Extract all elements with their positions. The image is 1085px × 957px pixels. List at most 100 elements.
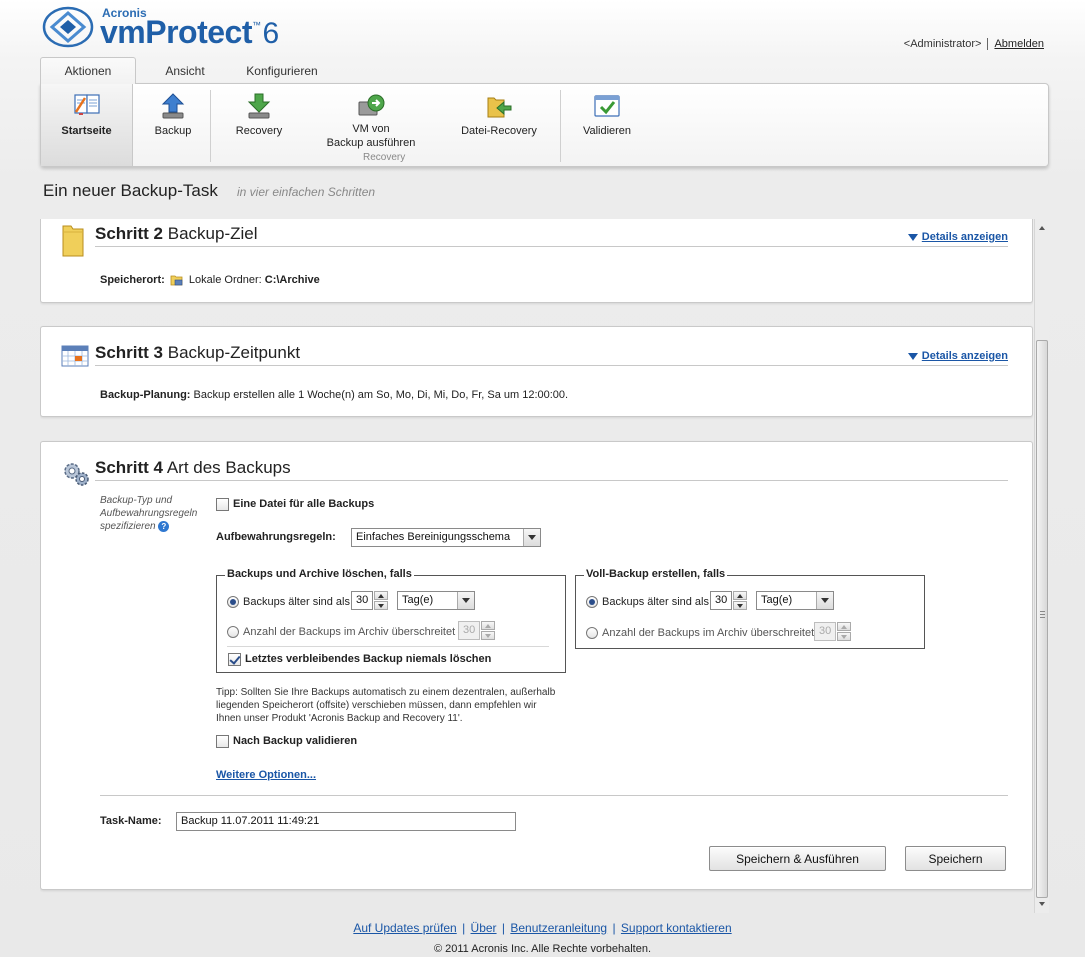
validate-after-label: Nach Backup validieren	[233, 735, 358, 747]
step3-name: Backup-Zeitpunkt	[167, 343, 301, 362]
step3-panel: Schritt 3 Backup-Zeitpunkt Details anzei…	[40, 326, 1033, 417]
save-button[interactable]: Speichern	[905, 846, 1006, 871]
home-label: Startseite	[61, 125, 112, 137]
scroll-down-icon[interactable]	[1035, 897, 1049, 911]
scroll-thumb[interactable]	[1036, 340, 1048, 898]
full-count-input[interactable]: 30	[814, 622, 836, 641]
copyright-text: © 2011 Acronis Inc. Alle Rechte vorbehal…	[433, 943, 652, 955]
never-delete-label: Letztes verbleibendes Backup niemals lös…	[245, 653, 492, 665]
delete-group-title: Backups und Archive löschen, falls	[225, 568, 414, 580]
page-subtitle: in vier einfachen Schritten	[237, 185, 376, 199]
user-area: <Administrator> Abmelden	[904, 38, 1044, 50]
help-icon[interactable]: ?	[158, 521, 170, 532]
backup-upload-icon	[161, 93, 185, 119]
run-vm-icon	[358, 94, 385, 116]
step3-details-link[interactable]: Details anzeigen	[907, 350, 1008, 362]
file-recovery-icon	[487, 97, 512, 118]
retention-value: Einfaches Bereinigungsschema	[356, 531, 511, 543]
user-guide-link[interactable]: Benutzeranleitung	[510, 921, 607, 935]
task-name-label: Task-Name:	[100, 815, 162, 827]
content-scrollbar[interactable]	[1034, 219, 1049, 913]
validate-after-checkbox[interactable]	[216, 735, 229, 748]
home-button[interactable]: Startseite	[41, 84, 133, 166]
logout-link[interactable]: Abmelden	[994, 38, 1044, 50]
delete-count-radio[interactable]	[227, 626, 239, 638]
delete-older-spinner[interactable]	[374, 591, 388, 610]
full-older-input[interactable]: 30	[710, 591, 732, 610]
product-name: vmProtect	[100, 14, 253, 50]
delete-older-input[interactable]: 30	[351, 591, 373, 610]
delete-count-spinner[interactable]	[481, 621, 495, 640]
full-older-spinner[interactable]	[733, 591, 747, 610]
schedule-label: Backup-Planung:	[100, 389, 191, 401]
product-version: 6	[262, 17, 280, 50]
step4-name: Art des Backups	[166, 458, 291, 477]
local-folder-icon	[170, 275, 183, 286]
support-link[interactable]: Support kontaktieren	[621, 921, 732, 935]
wizard-content[interactable]: Schritt 2 Backup-Ziel Details anzeigen S…	[40, 219, 1033, 913]
step2-details-link[interactable]: Details anzeigen	[907, 231, 1008, 243]
acronis-logo-icon	[42, 6, 94, 48]
footer-links: Auf Updates prüfen | Über | Benutzeranle…	[0, 921, 1085, 935]
file-recovery-button[interactable]: Datei-Recovery	[447, 84, 551, 166]
full-count-spinner[interactable]	[837, 622, 851, 641]
chevron-down-icon	[907, 233, 918, 241]
step4-title: Schritt 4 Art des Backups	[95, 458, 291, 478]
single-file-checkbox[interactable]	[216, 498, 229, 511]
tab-ansicht[interactable]: Ansicht	[145, 57, 225, 84]
calendar-icon	[61, 345, 89, 367]
location-type: Lokale Ordner:	[188, 273, 262, 286]
more-options-link[interactable]: Weitere Optionen...	[216, 769, 316, 781]
full-older-label: Backups älter sind als	[602, 596, 709, 608]
user-name: <Administrator>	[903, 38, 982, 50]
step4-panel: Schritt 4 Art des Backups Backup-Typ und…	[40, 441, 1033, 890]
tab-konfigurieren[interactable]: Konfigurieren	[236, 57, 328, 84]
delete-count-input[interactable]: 30	[458, 621, 480, 640]
spin-up-icon[interactable]	[374, 591, 388, 600]
grip-icon	[1040, 611, 1045, 618]
location-path: C:\Archive	[264, 273, 320, 286]
spin-down-icon[interactable]	[374, 601, 388, 610]
ribbon-divider	[210, 90, 211, 162]
spin-up-icon[interactable]	[733, 591, 747, 600]
check-updates-link[interactable]: Auf Updates prüfen	[353, 921, 456, 935]
scroll-up-icon[interactable]	[1035, 221, 1049, 235]
delete-older-unit: Tag(e)	[402, 594, 434, 606]
spin-down-icon[interactable]	[837, 632, 851, 641]
spin-down-icon[interactable]	[481, 631, 495, 640]
backup-button[interactable]: Backup	[135, 84, 211, 166]
delete-count-label: Anzahl der Backups im Archiv überschreit…	[243, 626, 456, 638]
ribbon-group-recovery: Recovery	[363, 152, 406, 163]
chevron-down-icon	[907, 352, 918, 360]
footer-separator: |	[501, 921, 506, 935]
tip-line2: liegenden Speicherort (offsite) verschie…	[216, 700, 537, 711]
full-older-unit-select[interactable]: Tag(e)	[756, 591, 834, 610]
recovery-download-icon	[247, 93, 271, 119]
hint-line2: Aufbewahrungsregeln	[100, 508, 198, 519]
task-name-input[interactable]: Backup 11.07.2011 11:49:21	[176, 812, 516, 831]
run-vm-label: VM von Backup ausführen	[327, 122, 416, 150]
never-delete-checkbox[interactable]	[228, 653, 241, 666]
spin-down-icon[interactable]	[733, 601, 747, 610]
chevron-down-icon	[457, 592, 474, 609]
ribbon-divider	[560, 90, 561, 162]
run-vm-label-line2: Backup ausführen	[326, 137, 416, 149]
retention-select[interactable]: Einfaches Bereinigungsschema	[351, 528, 541, 547]
validate-label: Validieren	[582, 125, 632, 137]
hint-line3: spezifizieren ?	[100, 520, 197, 533]
delete-older-unit-select[interactable]: Tag(e)	[397, 591, 475, 610]
tab-aktionen[interactable]: Aktionen	[40, 57, 136, 84]
delete-older-radio[interactable]	[227, 596, 239, 608]
recovery-button[interactable]: Recovery	[217, 84, 301, 166]
about-link[interactable]: Über	[471, 921, 497, 935]
full-older-radio[interactable]	[586, 596, 598, 608]
step4-number: Schritt 4	[95, 458, 164, 477]
spin-up-icon[interactable]	[837, 622, 851, 631]
footer-separator: |	[462, 921, 466, 935]
save-run-button[interactable]: Speichern & Ausführen	[709, 846, 886, 871]
validate-button[interactable]: Validieren	[567, 84, 647, 166]
step3-number: Schritt 3	[95, 343, 164, 362]
spin-up-icon[interactable]	[481, 621, 495, 630]
full-count-radio[interactable]	[586, 627, 598, 639]
chevron-down-icon	[816, 592, 833, 609]
